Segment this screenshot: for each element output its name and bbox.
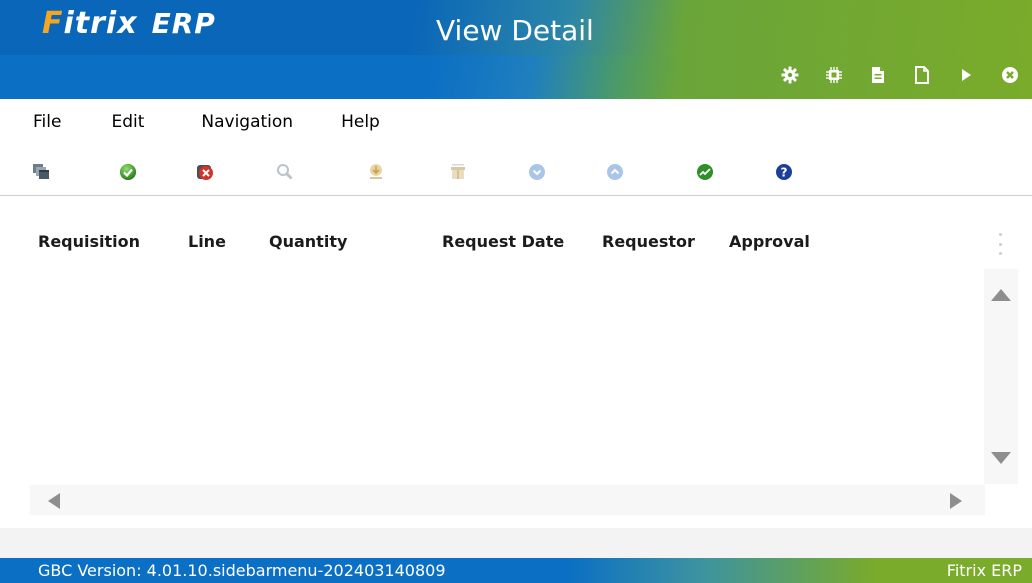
column-header-line[interactable]: Line [188,232,226,251]
version-text: GBC Version: 4.01.10.sidebarmenu-2024031… [38,561,446,580]
logo-name: itrix [63,6,138,41]
window-title: View Detail [436,14,594,47]
search-icon[interactable] [275,162,295,182]
column-header-requestor[interactable]: Requestor [602,232,695,251]
scroll-right-icon[interactable] [950,493,962,509]
logo-prefix: F [42,6,64,41]
close-circle-icon[interactable] [988,62,1032,88]
arrow-up-circle-icon[interactable] [605,162,625,182]
windows-icon[interactable] [31,162,51,182]
menu-help[interactable]: Help [341,112,380,132]
menu-navigation[interactable]: Navigation [201,112,293,132]
logo-suffix: ERP [151,7,216,40]
detail-table: Requisition Line Quantity Request Date R… [0,197,1032,527]
menu-bar: File Edit Navigation Help [0,99,1032,144]
header-actions [768,62,1032,88]
download-icon[interactable] [366,162,386,182]
scroll-up-icon[interactable] [991,289,1011,301]
brand-text: Fitrix ERP [946,561,1022,580]
new-document-icon[interactable] [900,62,944,88]
column-header-request-date[interactable]: Request Date [442,232,564,251]
column-header-requisition[interactable]: Requisition [38,232,140,251]
toolbar-divider [0,195,1032,196]
chart-icon[interactable] [695,162,715,182]
play-icon[interactable] [944,62,988,88]
footer-spacer [0,528,1032,558]
cancel-icon[interactable] [195,162,215,182]
fitrix-logo: Fitrix ERP [42,6,216,42]
column-header-quantity[interactable]: Quantity [269,232,347,251]
column-header-approval[interactable]: Approval [729,232,810,251]
app-header: Fitrix ERP View Detail [0,0,1032,99]
arrow-down-circle-icon[interactable] [527,162,547,182]
vertical-scrollbar[interactable] [984,269,1018,484]
help-icon[interactable]: ? [774,162,794,182]
svg-text:?: ? [781,166,788,180]
menu-file[interactable]: File [33,112,61,132]
chip-icon[interactable] [812,62,856,88]
horizontal-scrollbar[interactable] [30,485,985,515]
gift-icon[interactable] [448,162,468,182]
toolbar: ? [0,148,1032,194]
scroll-down-icon[interactable] [991,452,1011,464]
menu-edit[interactable]: Edit [111,112,144,132]
gear-icon[interactable] [768,62,812,88]
status-bar: GBC Version: 4.01.10.sidebarmenu-2024031… [0,558,1032,583]
scroll-left-icon[interactable] [48,493,60,509]
accept-icon[interactable] [118,162,138,182]
column-options-icon[interactable] [997,233,1003,255]
document-icon[interactable] [856,62,900,88]
